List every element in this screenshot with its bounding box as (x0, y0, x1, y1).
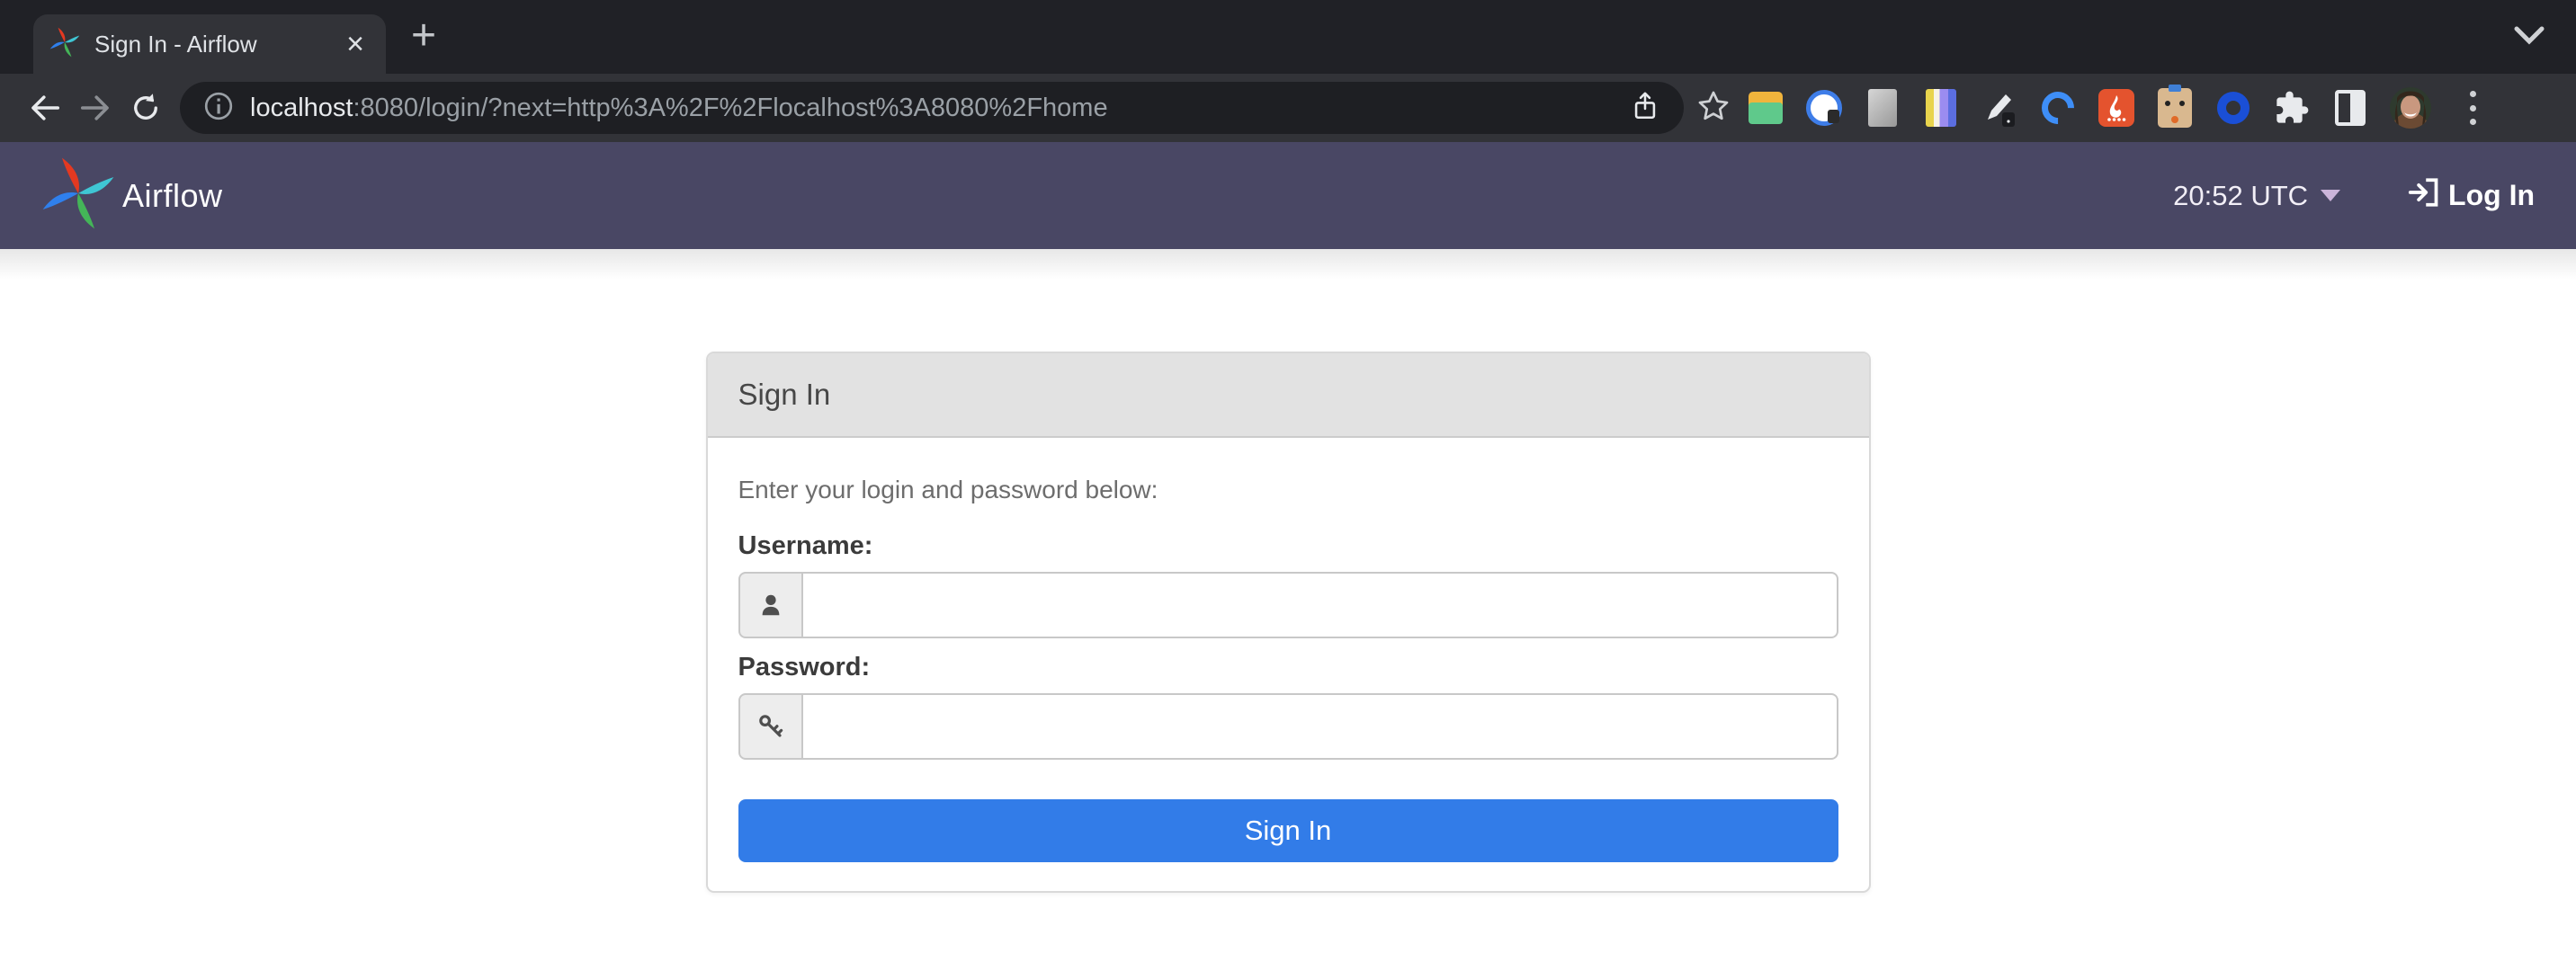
folder-extension-icon[interactable] (1747, 89, 1784, 127)
browser-menu-kebab-icon[interactable] (2470, 91, 2477, 125)
brand-label: Airflow (122, 176, 223, 214)
side-panel-icon[interactable] (2331, 89, 2369, 127)
bookmark-star-icon[interactable] (1696, 89, 1731, 128)
tab-search-chevron-icon[interactable] (2513, 23, 2545, 51)
username-label: Username: (738, 531, 873, 560)
signin-instructions: Enter your login and password below: (738, 476, 1158, 503)
page-content: Sign In Enter your login and password be… (0, 352, 2576, 893)
tab-title: Sign In - Airflow (94, 30, 257, 58)
browser-tab[interactable]: Sign In - Airflow × (33, 14, 386, 74)
airflow-brand[interactable]: Airflow (41, 156, 223, 235)
blue-ring-extension-icon[interactable] (2214, 89, 2252, 127)
page-info-icon[interactable] (203, 91, 234, 126)
url-bar[interactable]: localhost:8080/login/?next=http%3A%2F%2F… (180, 82, 1684, 134)
gray-card-extension-icon[interactable] (1864, 89, 1901, 127)
key-icon (738, 693, 803, 760)
onepassword-extension-icon[interactable] (1805, 89, 1843, 127)
forward-button[interactable] (70, 83, 121, 133)
extensions-puzzle-icon[interactable] (2273, 89, 2311, 127)
back-button[interactable] (20, 83, 70, 133)
share-icon[interactable] (1630, 91, 1660, 126)
sign-in-arrow-icon (2407, 174, 2443, 218)
timezone-dropdown[interactable]: 20:52 UTC (2173, 179, 2341, 212)
password-label: Password: (738, 653, 871, 682)
clock-label: 20:52 UTC (2173, 179, 2309, 211)
signin-panel: Sign In Enter your login and password be… (705, 352, 1871, 893)
signin-submit-button[interactable]: Sign In (738, 799, 1838, 862)
airflow-navbar: Airflow 20:52 UTC Log In (0, 142, 2576, 249)
reload-button[interactable] (121, 83, 171, 133)
url-text: localhost:8080/login/?next=http%3A%2F%2F… (250, 94, 1614, 123)
username-input[interactable] (802, 572, 1838, 638)
url-host: localhost (250, 93, 353, 122)
panel-title: Sign In (707, 353, 1869, 438)
pen-extension-icon[interactable] (1981, 89, 2018, 127)
user-silhouette-icon (738, 572, 803, 638)
tab-close-icon[interactable]: × (341, 29, 370, 59)
new-tab-button[interactable]: + (411, 14, 436, 58)
airflow-logo-icon (41, 156, 115, 235)
username-input-group (738, 572, 1838, 638)
blue-c-extension-icon[interactable] (2035, 85, 2081, 131)
navbar-shadow (0, 249, 2576, 280)
browser-tab-strip: Sign In - Airflow × + (0, 0, 2576, 74)
airflow-favicon-icon (49, 27, 80, 62)
caret-down-icon (2321, 190, 2341, 201)
password-input-group (738, 693, 1838, 760)
profile-avatar[interactable] (2390, 87, 2431, 129)
navbar-login-link[interactable]: Log In (2407, 174, 2535, 218)
extensions-row (1747, 85, 2477, 131)
browser-toolbar: localhost:8080/login/?next=http%3A%2F%2F… (0, 74, 2576, 142)
fire-extension-icon[interactable] (2097, 89, 2135, 127)
cat-box-extension-icon[interactable] (2156, 85, 2194, 128)
login-label: Log In (2448, 179, 2535, 211)
color-columns-extension-icon[interactable] (1922, 89, 1960, 127)
password-input[interactable] (802, 693, 1838, 760)
url-path: :8080/login/?next=http%3A%2F%2Flocalhost… (353, 93, 1108, 122)
